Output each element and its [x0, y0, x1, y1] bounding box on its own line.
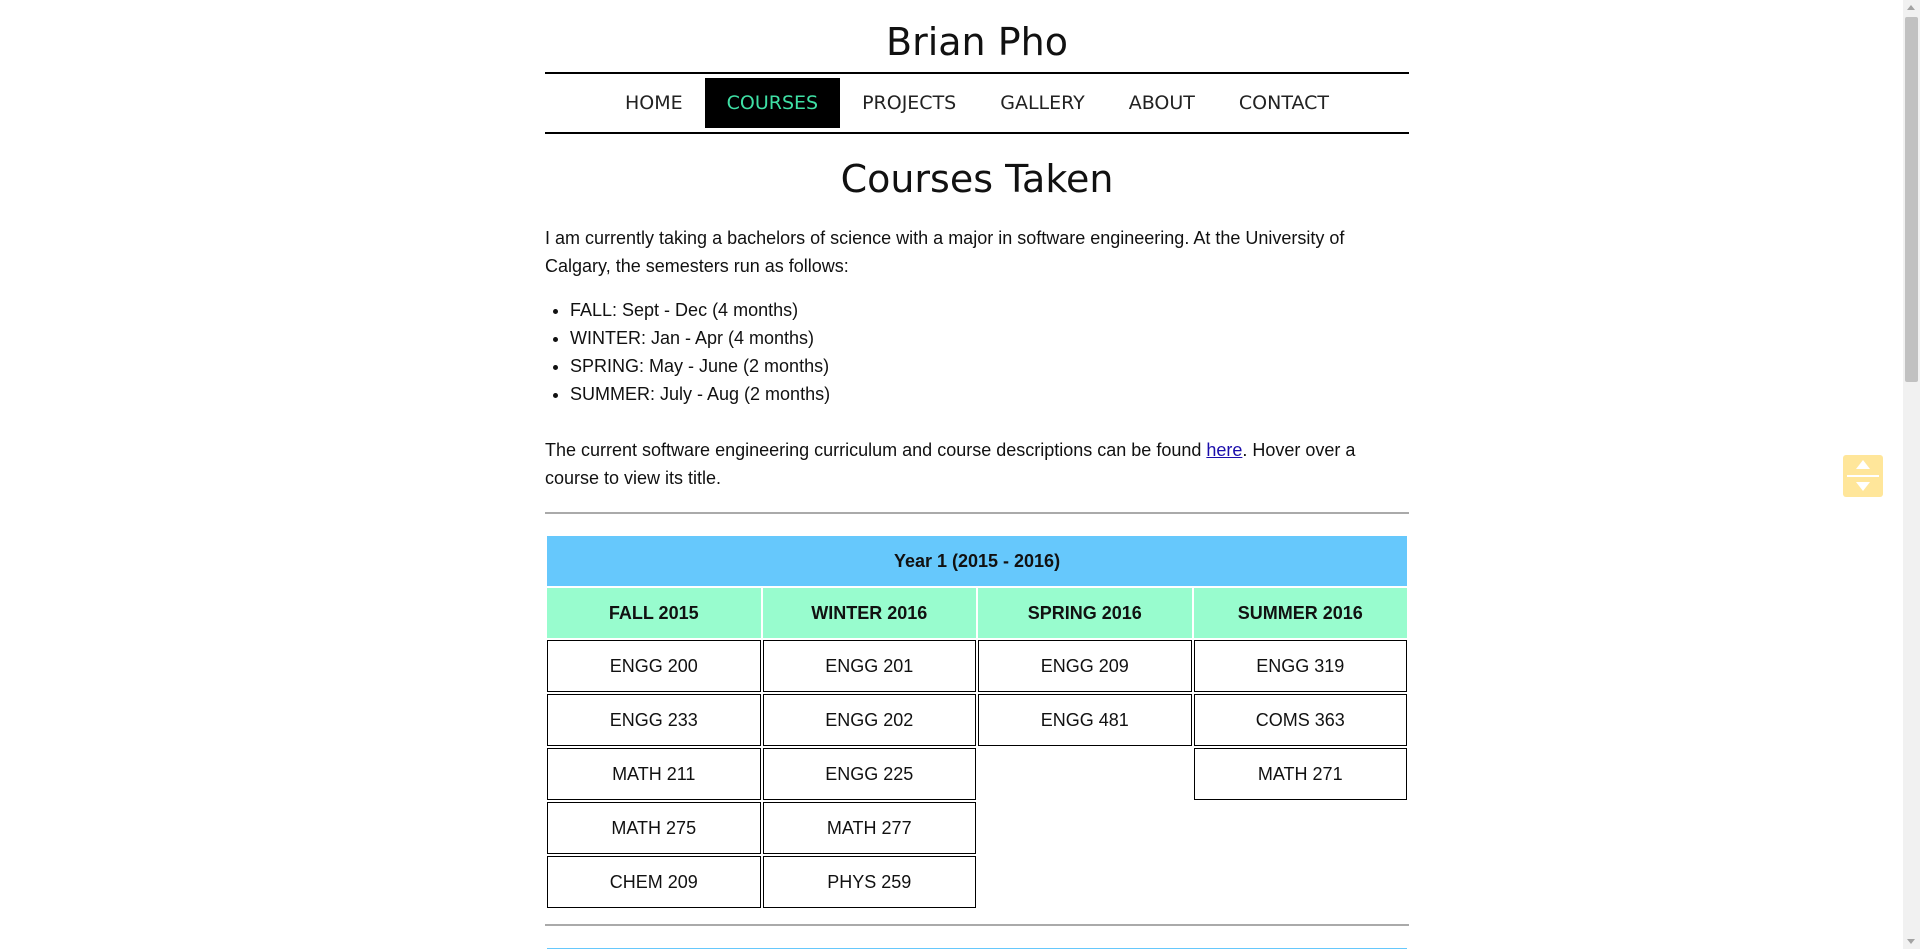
table-row: CHEM 209 PHYS 259 [547, 856, 1407, 908]
empty-cell [1194, 802, 1408, 854]
nav-about[interactable]: ABOUT [1107, 78, 1217, 128]
page-heading: Courses Taken [840, 157, 1114, 201]
nav-courses[interactable]: COURSES [704, 78, 841, 128]
course-cell[interactable]: PHYS 259 [762, 856, 976, 908]
section-divider [545, 924, 1409, 926]
course-cell[interactable]: ENGG 319 [1193, 640, 1407, 692]
section-divider [545, 512, 1409, 514]
chevron-up-icon[interactable] [1856, 460, 1870, 469]
nav-projects[interactable]: PROJECTS [840, 78, 978, 128]
table-row: ENGG 200 ENGG 201 ENGG 209 ENGG 319 [547, 640, 1407, 692]
term-header-winter: WINTER 2016 [762, 588, 976, 638]
course-cell[interactable]: ENGG 201 [762, 640, 976, 692]
course-cell[interactable]: ENGG 481 [978, 694, 1192, 746]
course-cell[interactable]: ENGG 202 [762, 694, 976, 746]
term-header-fall: FALL 2015 [547, 588, 761, 638]
semester-item-fall: FALL: Sept - Dec (4 months) [570, 296, 1409, 324]
scrollbar-up-arrow-icon[interactable] [1907, 5, 1915, 10]
nav-gallery[interactable]: GALLERY [978, 78, 1107, 128]
course-cell[interactable]: ENGG 200 [547, 640, 761, 692]
empty-cell [978, 802, 1192, 854]
intro-paragraph: I am currently taking a bachelors of sci… [545, 228, 1345, 276]
semester-list: FALL: Sept - Dec (4 months) WINTER: Jan … [545, 296, 1409, 408]
table-row: MATH 275 MATH 277 [547, 802, 1407, 854]
nav-home[interactable]: HOME [603, 78, 705, 128]
page-scrollbar[interactable] [1903, 0, 1920, 949]
main-nav: HOME COURSES PROJECTS GALLERY ABOUT CONT… [545, 72, 1409, 134]
year-1-table: Year 1 (2015 - 2016) FALL 2015 WINTER 20… [545, 534, 1409, 910]
empty-cell [1194, 856, 1408, 908]
empty-cell [978, 748, 1192, 800]
table-row: ENGG 233 ENGG 202 ENGG 481 COMS 363 [547, 694, 1407, 746]
scrollbar-thumb[interactable] [1905, 17, 1918, 382]
semester-item-spring: SPRING: May - June (2 months) [570, 352, 1409, 380]
site-title[interactable]: Brian Pho [545, 0, 1409, 72]
term-header-summer: SUMMER 2016 [1193, 588, 1407, 638]
scrollbar-down-arrow-icon[interactable] [1907, 939, 1915, 944]
course-cell[interactable]: MATH 211 [547, 748, 761, 800]
empty-cell [978, 856, 1192, 908]
course-cell[interactable]: ENGG 233 [547, 694, 761, 746]
term-header-spring: SPRING 2016 [978, 588, 1192, 638]
curriculum-link[interactable]: here [1206, 440, 1242, 460]
course-cell[interactable]: CHEM 209 [547, 856, 761, 908]
course-cell[interactable]: ENGG 209 [978, 640, 1192, 692]
curriculum-paragraph: The current software engineering curricu… [545, 436, 1409, 492]
curriculum-text-before: The current software engineering curricu… [545, 440, 1207, 460]
nav-contact[interactable]: CONTACT [1217, 78, 1351, 128]
table-row: MATH 211 ENGG 225 MATH 271 [547, 748, 1407, 800]
year-title: Year 1 (2015 - 2016) [547, 536, 1407, 586]
chevron-down-icon[interactable] [1856, 482, 1870, 491]
semester-item-winter: WINTER: Jan - Apr (4 months) [570, 324, 1409, 352]
course-cell[interactable]: ENGG 225 [762, 748, 976, 800]
content-container: Brian Pho HOME COURSES PROJECTS GALLERY … [545, 0, 1409, 949]
divider [1847, 475, 1879, 477]
page: Brian Pho HOME COURSES PROJECTS GALLERY … [0, 0, 1920, 949]
course-cell[interactable]: MATH 271 [1193, 748, 1407, 800]
course-cell[interactable]: COMS 363 [1193, 694, 1407, 746]
course-cell[interactable]: MATH 275 [547, 802, 761, 854]
course-cell[interactable]: MATH 277 [762, 802, 976, 854]
semester-item-summer: SUMMER: July - Aug (2 months) [570, 380, 1409, 408]
scroll-up-down-icon[interactable] [1843, 455, 1883, 497]
